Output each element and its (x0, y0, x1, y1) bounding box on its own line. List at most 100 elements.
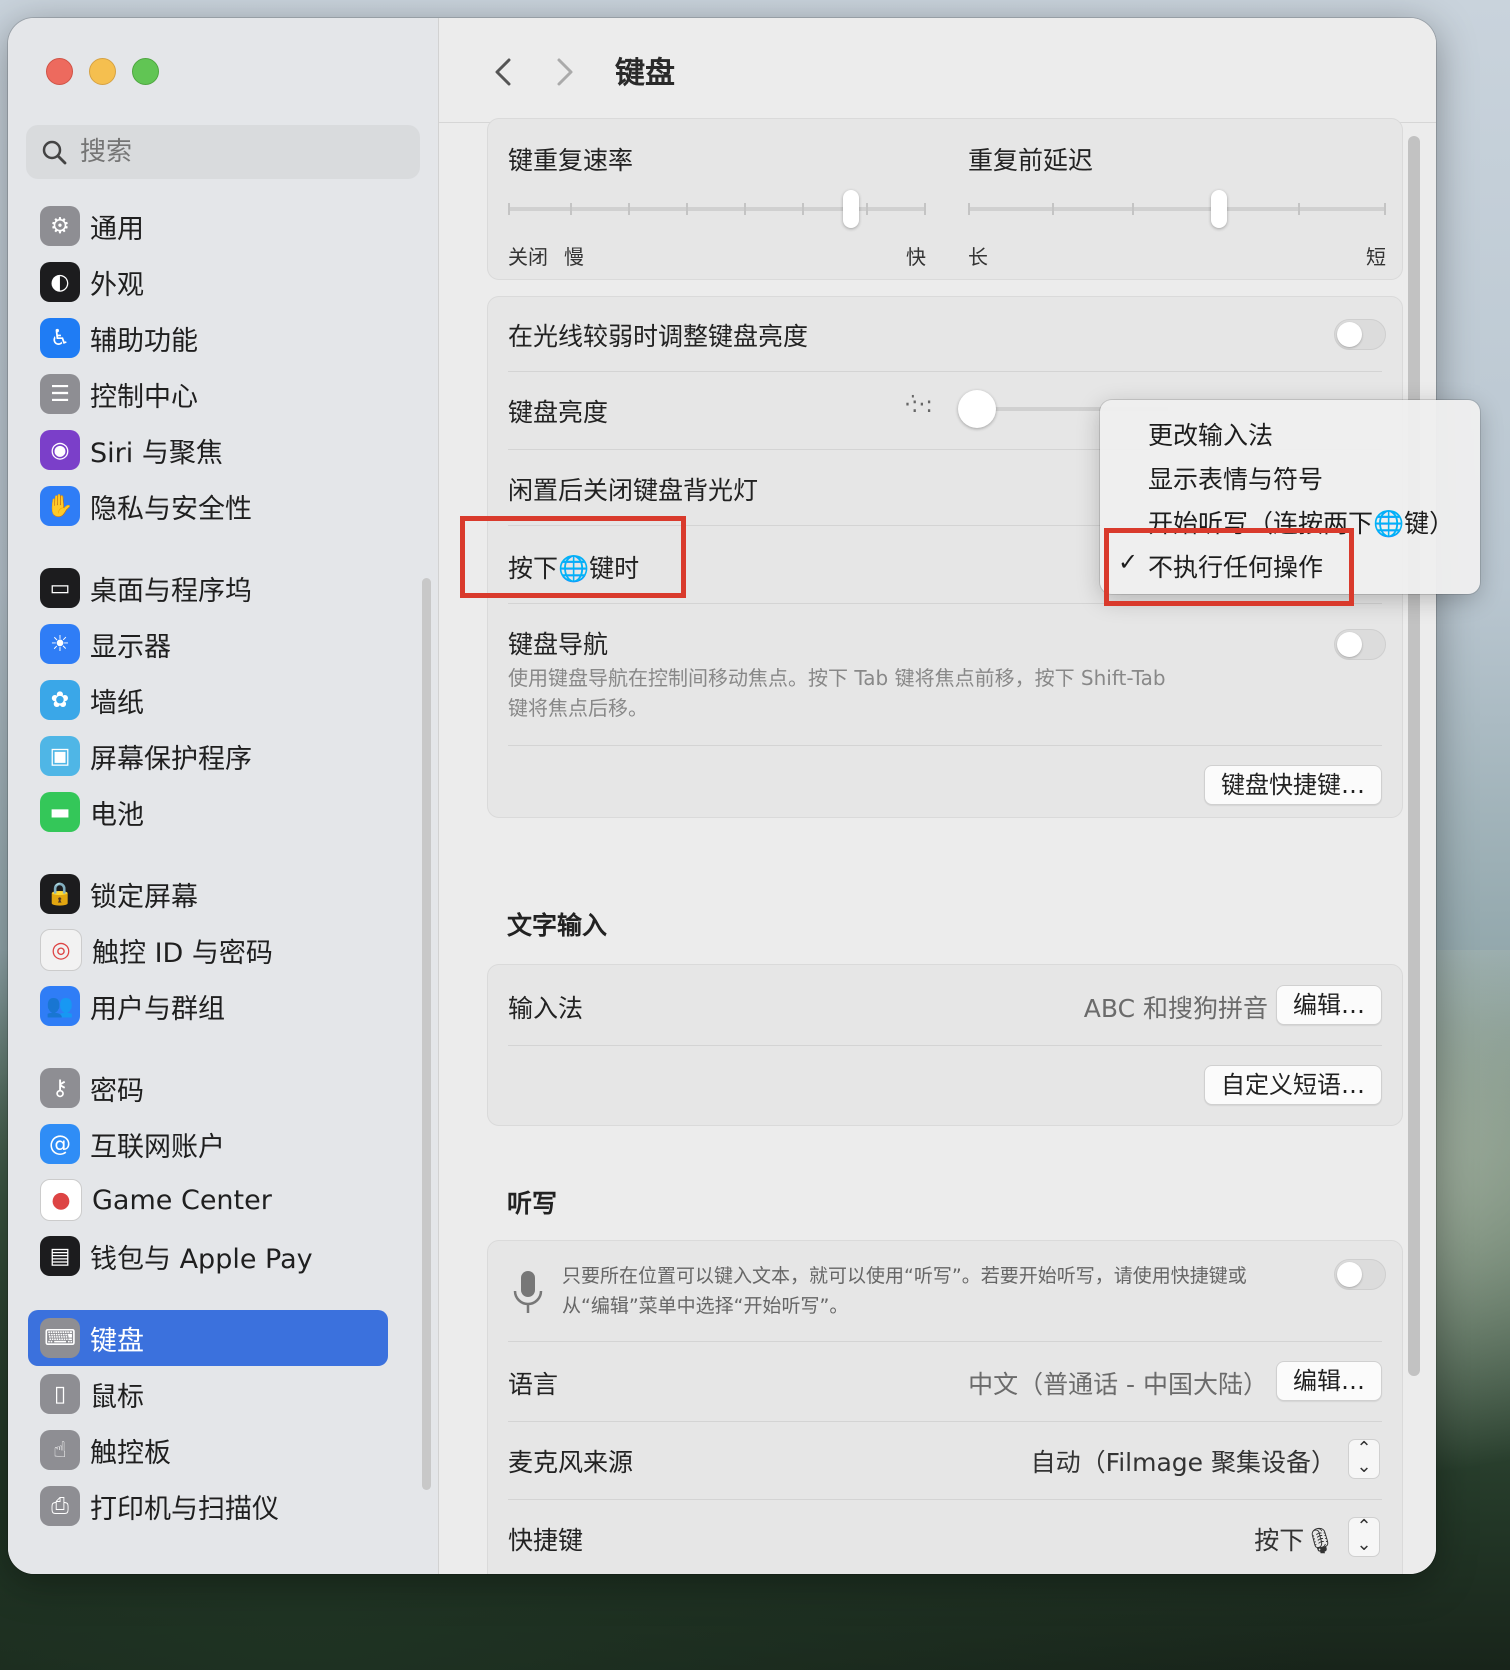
sidebar-item-screensaver[interactable]: ▣ 屏幕保护程序 (28, 728, 424, 784)
sidebar-item-label: 屏幕保护程序 (90, 743, 252, 775)
sidebar-item-lock[interactable]: 🔒 锁定屏幕 (28, 866, 424, 922)
back-button[interactable] (489, 54, 519, 90)
sidebar-item-sun[interactable]: ☀ 显示器 (28, 616, 424, 672)
language-edit-button[interactable]: 编辑… (1276, 1361, 1382, 1401)
toolbar: 键盘 (439, 18, 1436, 123)
sidebar-scrollbar[interactable] (422, 578, 431, 1490)
sidebar-item-label: 键盘 (90, 1325, 144, 1357)
sidebar-item-printer[interactable]: ⎙ 打印机与扫描仪 (28, 1478, 424, 1534)
sidebar-item-game-center[interactable]: ● Game Center (28, 1172, 424, 1228)
sidebar-item-dock[interactable]: ▭ 桌面与程序坞 (28, 560, 424, 616)
sidebar-item-at[interactable]: @ 互联网账户 (28, 1116, 424, 1172)
hand-icon: ✋ (40, 486, 80, 526)
mouse-icon: ▯ (40, 1374, 80, 1414)
sidebar-item-label: 电池 (90, 799, 144, 831)
menu-item-change-input-source[interactable]: 更改输入法 (1148, 416, 1273, 452)
sidebar-item-label: 辅助功能 (90, 325, 198, 357)
sidebar-item-label: Siri 与聚焦 (90, 437, 223, 469)
forward-button[interactable] (549, 54, 579, 90)
keyboard-navigation-toggle[interactable] (1334, 629, 1386, 660)
sidebar-item-label: 桌面与程序坞 (90, 575, 252, 607)
mic-source-value[interactable]: 自动（Filmage 聚集设备） (1031, 1443, 1336, 1479)
sidebar-item-flower[interactable]: ✿ 墙纸 (28, 672, 424, 728)
sidebar-item-label: 打印机与扫描仪 (90, 1493, 279, 1525)
sidebar-item-label: 显示器 (90, 631, 171, 663)
keyboard-brightness-thumb[interactable] (958, 390, 996, 428)
dock-icon: ▭ (40, 568, 80, 608)
dictation-toggle[interactable] (1334, 1259, 1386, 1290)
dictation-shortcut-value[interactable]: 按下🎙 (1254, 1521, 1336, 1557)
sidebar-item-trackpad[interactable]: ☝ 触控板 (28, 1422, 424, 1478)
text-replacements-button[interactable]: 自定义短语… (1204, 1065, 1382, 1105)
mic-source-popup-arrows[interactable]: ⌃ ⌄ (1348, 1439, 1380, 1479)
dictation-desc-line1: 只要所在位置可以键入文本，就可以使用“听写”。若要开始听写，请使用快捷键或 (562, 1265, 1247, 1287)
chevron-left-icon (495, 58, 511, 86)
sidebar-item-label: 鼠标 (90, 1381, 144, 1413)
sidebar-item-fingerprint[interactable]: ◎ 触控 ID 与密码 (28, 922, 424, 978)
sidebar-item-label: 控制中心 (90, 381, 198, 413)
close-button[interactable] (46, 58, 73, 85)
sidebar-item-mouse[interactable]: ▯ 鼠标 (28, 1366, 424, 1422)
sidebar-item-battery[interactable]: ▬ 电池 (28, 784, 424, 840)
minimize-button[interactable] (89, 58, 116, 85)
at-icon: @ (40, 1124, 80, 1164)
content-scrollbar[interactable] (1408, 136, 1420, 1376)
search-input[interactable] (78, 136, 382, 168)
sidebar-item-wallet[interactable]: ▤ 钱包与 Apple Pay (28, 1228, 424, 1284)
users-icon: 👥 (40, 986, 80, 1026)
keyboard-shortcuts-button[interactable]: 键盘快捷键… (1204, 765, 1382, 805)
sidebar-item-siri[interactable]: ◉ Siri 与聚焦 (28, 422, 424, 478)
sun-icon: ☀ (40, 624, 80, 664)
sidebar-item-users[interactable]: 👥 用户与群组 (28, 978, 424, 1034)
sidebar-item-label: Game Center (92, 1184, 272, 1216)
rate-off-label: 关闭 (508, 245, 548, 269)
sidebar-item-gear[interactable]: ⚙ 通用 (28, 198, 424, 254)
zoom-button[interactable] (132, 58, 159, 85)
highlight-globe-key-label (460, 516, 686, 598)
printer-icon: ⎙ (40, 1486, 80, 1526)
dictation-shortcut-label: 快捷键 (508, 1526, 584, 1555)
key-icon: ⚷ (40, 1068, 80, 1108)
sidebar-item-label: 外观 (90, 269, 144, 301)
sidebar-item-appearance[interactable]: ◐ 外观 (28, 254, 424, 310)
sidebar-item-keyboard[interactable]: ⌨ 键盘 (28, 1310, 388, 1366)
main-pane: 键盘 键重复速率 重复前延迟 关闭 慢 快 长 短 在光线较弱时调整键盘亮度 键… (439, 18, 1436, 1574)
dictation-section-title: 听写 (507, 1189, 558, 1218)
repeat-delay-thumb[interactable] (1210, 190, 1227, 228)
siri-icon: ◉ (40, 430, 80, 470)
sidebar-item-label: 锁定屏幕 (90, 881, 198, 913)
menu-item-show-emoji[interactable]: 显示表情与符号 (1148, 460, 1323, 496)
keyboard-navigation-label: 键盘导航 (508, 630, 609, 659)
appearance-icon: ◐ (40, 262, 80, 302)
search-field[interactable] (26, 125, 420, 179)
rate-slow-label: 慢 (564, 245, 584, 269)
input-sources-edit-button[interactable]: 编辑… (1276, 985, 1382, 1025)
window-controls (46, 58, 159, 85)
sidebar-item-label: 钱包与 Apple Pay (90, 1243, 313, 1275)
sidebar-item-label: 密码 (90, 1075, 144, 1107)
sidebar-nav: ⚙ 通用 ◐ 外观 ♿ 辅助功能 ☰ 控制中心 ◉ Siri 与聚焦 ✋ 隐私与安全性 ▭ 桌面与程序坞 ☀… (28, 198, 424, 1534)
text-input-section-title: 文字输入 (507, 911, 608, 940)
wallet-icon: ▤ (40, 1236, 80, 1276)
microphone-icon (513, 1271, 543, 1313)
keyboard-icon: ⌨ (40, 1318, 80, 1358)
auto-brightness-label: 在光线较弱时调整键盘亮度 (508, 322, 809, 351)
dictation-group: 只要所在位置可以键入文本，就可以使用“听写”。若要开始听写，请使用快捷键或 从“… (487, 1240, 1403, 1574)
sidebar-item-key[interactable]: ⚷ 密码 (28, 1060, 424, 1116)
control-center-icon: ☰ (40, 374, 80, 414)
sidebar-item-hand[interactable]: ✋ 隐私与安全性 (28, 478, 424, 534)
sidebar-item-label: 墙纸 (90, 687, 144, 719)
sidebar-item-accessibility[interactable]: ♿ 辅助功能 (28, 310, 424, 366)
key-repeat-rate-thumb[interactable] (842, 190, 859, 228)
sidebar-item-label: 触控 ID 与密码 (92, 937, 273, 969)
nav-desc-line1: 使用键盘导航在控制间移动焦点。按下 Tab 键将焦点前移，按下 Shift-Ta… (508, 666, 1166, 690)
trackpad-icon: ☝ (40, 1430, 80, 1470)
auto-brightness-toggle[interactable] (1334, 319, 1386, 350)
dictation-shortcut-popup-arrows[interactable]: ⌃ ⌄ (1348, 1517, 1380, 1557)
sidebar-item-control-center[interactable]: ☰ 控制中心 (28, 366, 424, 422)
gear-icon: ⚙ (40, 206, 80, 246)
accessibility-icon: ♿ (40, 318, 80, 358)
